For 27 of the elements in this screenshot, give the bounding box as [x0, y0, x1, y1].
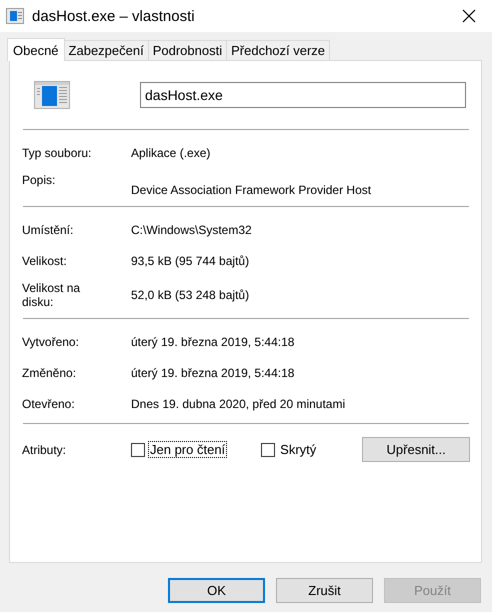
field-value: 93,5 kB (95 744 bajtů) — [131, 254, 250, 268]
field-label: Popis: — [22, 173, 56, 187]
dialog-button[interactable]: OK — [168, 578, 265, 603]
tab[interactable]: Předchozí verze — [226, 40, 330, 60]
field-value: úterý 19. března 2019, 5:44:18 — [131, 366, 294, 380]
field-label: Velikost na disku: — [22, 281, 82, 309]
field-value: Dnes 19. dubna 2020, před 20 minutami — [131, 396, 346, 410]
tab[interactable]: Obecné — [7, 38, 65, 61]
dialog-button[interactable]: Zrušit — [276, 578, 373, 603]
field-value: Device Association Framework Provider Host — [131, 182, 372, 197]
checkbox-label[interactable]: Jen pro čtení — [148, 441, 228, 458]
field-value: 52,0 kB (53 248 bajtů) — [131, 288, 250, 302]
field-label: Atributy: — [22, 442, 68, 456]
field-label: Umístění: — [22, 222, 74, 236]
field-label: Změněno: — [22, 366, 78, 380]
field-label: Velikost: — [22, 254, 68, 268]
field-value: úterý 19. března 2019, 5:44:18 — [131, 334, 294, 348]
field-label: Vytvořeno: — [22, 334, 80, 348]
field-label: Typ souboru: — [22, 146, 92, 160]
window-title: dasHost.exe – vlastnosti — [32, 8, 195, 24]
field-value: C:\Windows\System32 — [131, 222, 252, 236]
field-label: Otevřeno: — [22, 396, 76, 410]
field-value: Aplikace (.exe) — [131, 146, 210, 160]
file-name-field[interactable]: dasHost.exe — [140, 82, 466, 108]
advanced-button[interactable]: Upřesnit... — [362, 437, 470, 462]
tab[interactable]: Zabezpečení — [64, 40, 149, 60]
checkbox-label[interactable]: Skrytý — [278, 441, 318, 458]
